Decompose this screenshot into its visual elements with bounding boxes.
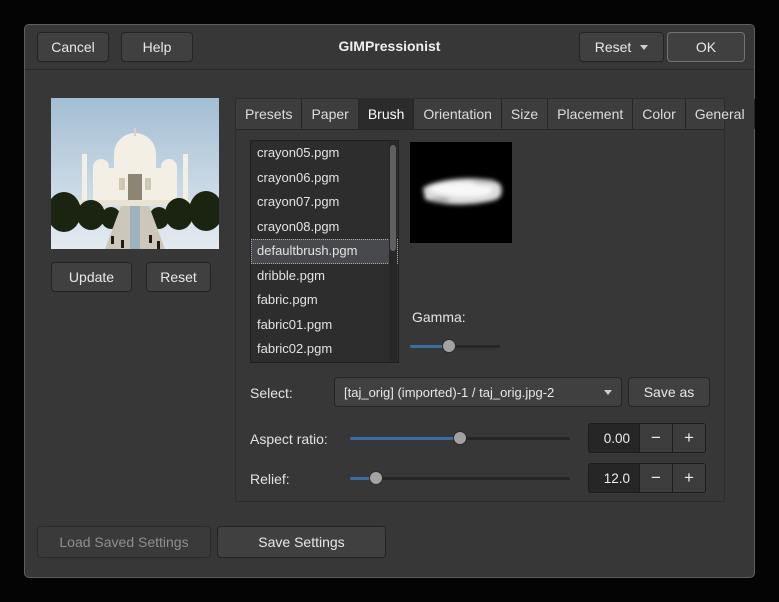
reset-menu-label: Reset bbox=[594, 39, 632, 55]
brush-list: crayon05.pgm crayon06.pgm crayon07.pgm c… bbox=[250, 140, 399, 363]
gamma-label: Gamma: bbox=[412, 309, 466, 325]
tab-brush[interactable]: Brush bbox=[358, 99, 415, 129]
save-settings-button[interactable]: Save Settings bbox=[217, 526, 386, 558]
brush-select-dropdown[interactable]: [taj_orig] (imported)-1 / taj_orig.jpg-2 bbox=[334, 377, 622, 407]
save-as-button[interactable]: Save as bbox=[628, 377, 710, 407]
dialog-header: Cancel Help GIMPressionist Reset OK bbox=[25, 25, 754, 70]
aspect-ratio-slider-thumb[interactable] bbox=[453, 431, 467, 445]
gamma-slider[interactable] bbox=[410, 339, 500, 353]
brush-select-value: [taj_orig] (imported)-1 / taj_orig.jpg-2 bbox=[344, 384, 555, 400]
brush-list-item[interactable]: crayon08.pgm bbox=[251, 215, 398, 240]
brush-preview bbox=[410, 142, 512, 243]
brush-list-item[interactable]: dribble.pgm bbox=[251, 264, 398, 289]
relief-spinbox: − + bbox=[588, 463, 706, 493]
relief-slider[interactable] bbox=[350, 471, 570, 485]
settings-notebook: Presets Paper Brush Orientation Size Pla… bbox=[235, 98, 755, 502]
select-label: Select: bbox=[250, 385, 293, 401]
tab-orientation[interactable]: Orientation bbox=[414, 99, 502, 129]
gamma-slider-thumb[interactable] bbox=[441, 339, 456, 353]
aspect-ratio-entry[interactable] bbox=[588, 423, 640, 453]
load-saved-settings-button[interactable]: Load Saved Settings bbox=[37, 526, 211, 558]
brush-list-item[interactable]: crayon07.pgm bbox=[251, 190, 398, 215]
scrollbar-thumb[interactable] bbox=[390, 145, 396, 251]
ok-button[interactable]: OK bbox=[667, 32, 745, 62]
update-button[interactable]: Update bbox=[51, 262, 132, 292]
reset-menu-button[interactable]: Reset bbox=[579, 32, 664, 62]
relief-slider-thumb[interactable] bbox=[369, 471, 384, 485]
aspect-ratio-decrement-button[interactable]: − bbox=[639, 423, 673, 453]
aspect-ratio-label: Aspect ratio: bbox=[250, 431, 328, 447]
relief-increment-button[interactable]: + bbox=[672, 463, 706, 493]
tab-size[interactable]: Size bbox=[502, 99, 549, 129]
aspect-ratio-spinbox: − + bbox=[588, 423, 706, 453]
tab-general[interactable]: General bbox=[686, 99, 755, 129]
tab-presets[interactable]: Presets bbox=[236, 99, 303, 129]
relief-decrement-button[interactable]: − bbox=[639, 463, 673, 493]
preview-reset-button[interactable]: Reset bbox=[146, 262, 211, 292]
brush-list-item[interactable]: fabric01.pgm bbox=[251, 313, 398, 338]
brush-list-item[interactable]: crayon06.pgm bbox=[251, 166, 398, 191]
aspect-ratio-increment-button[interactable]: + bbox=[672, 423, 706, 453]
brush-list-scrollbar[interactable] bbox=[389, 142, 397, 361]
relief-entry[interactable] bbox=[588, 463, 640, 493]
brush-list-item-selected[interactable]: defaultbrush.pgm bbox=[251, 239, 398, 264]
aspect-ratio-slider-fill bbox=[350, 437, 460, 440]
relief-label: Relief: bbox=[250, 471, 290, 487]
tab-paper[interactable]: Paper bbox=[302, 99, 359, 129]
gimpressionist-dialog: Cancel Help GIMPressionist Reset OK Upda… bbox=[24, 24, 755, 578]
brush-list-item[interactable]: crayon05.pgm bbox=[251, 141, 398, 166]
chevron-down-icon bbox=[640, 44, 649, 50]
preview-image bbox=[51, 98, 219, 249]
brush-list-item[interactable]: fabric.pgm bbox=[251, 288, 398, 313]
tab-color[interactable]: Color bbox=[633, 99, 686, 129]
aspect-ratio-slider[interactable] bbox=[350, 431, 570, 445]
tab-bar: Presets Paper Brush Orientation Size Pla… bbox=[236, 99, 755, 130]
chevron-down-icon bbox=[604, 389, 612, 395]
tab-placement[interactable]: Placement bbox=[548, 99, 634, 129]
brush-list-item[interactable]: fabric02.pgm bbox=[251, 337, 398, 362]
